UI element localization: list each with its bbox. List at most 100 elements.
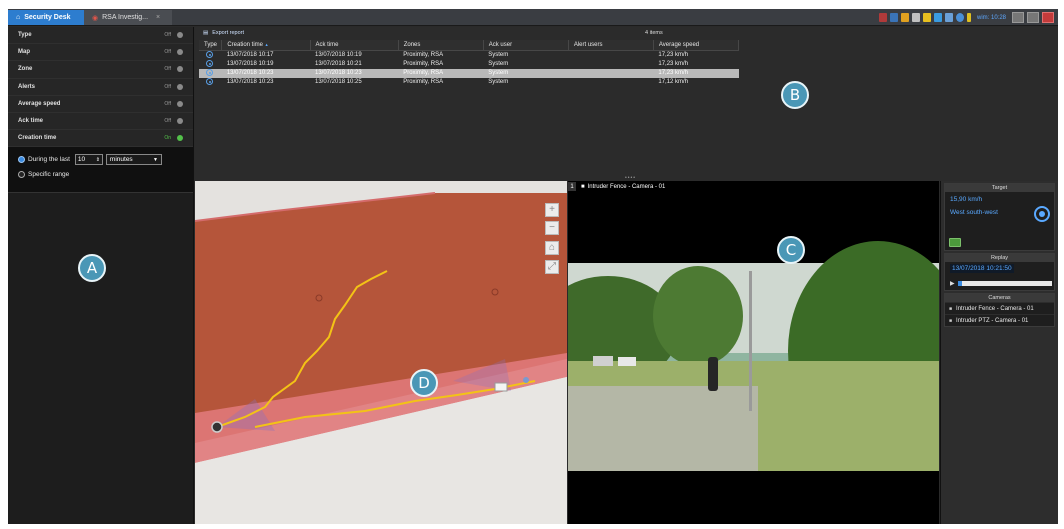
toggle-icon[interactable] [177, 66, 183, 73]
replay-track[interactable] [957, 280, 1052, 286]
filter-row-ack-time[interactable]: Ack time Off [8, 112, 193, 131]
zones-cell: Proximity, RSA [403, 61, 444, 67]
column-header-average-speed[interactable]: Average speed [653, 40, 740, 51]
close-window-button[interactable] [1042, 12, 1054, 23]
tab-security-desk[interactable]: ⌂ Security Desk [8, 10, 84, 25]
during-last-radio[interactable] [18, 156, 25, 164]
table-row[interactable]: 13/07/2018 10:19 13/07/2018 10:21 Proxim… [199, 59, 739, 69]
volume-icon[interactable] [944, 13, 953, 22]
filter-row-average-speed[interactable]: Average speed Off [8, 95, 193, 113]
camera-name: Intruder PTZ - Camera - 01 [956, 317, 1029, 324]
average-speed-cell: 17,23 km/h [658, 61, 689, 67]
filter-state: Off [164, 32, 171, 39]
filter-state: Off [164, 83, 171, 90]
camera-marker-icon[interactable] [211, 421, 223, 433]
duration-unit-select[interactable]: minutes ▼ [105, 154, 162, 166]
column-header-creation-time[interactable]: Creation time ▲ [221, 40, 311, 51]
filter-label: Creation time [18, 135, 57, 142]
during-last-label: During the last [28, 156, 70, 164]
maximize-button[interactable] [1027, 12, 1039, 23]
alert-icon[interactable] [900, 13, 909, 22]
toggle-icon[interactable] [177, 135, 183, 142]
type-cell [199, 77, 222, 87]
table-row-selected[interactable]: 13/07/2018 10:23 13/07/2018 10:23 Proxim… [199, 68, 739, 78]
filter-row-type[interactable]: Type Off [8, 27, 193, 45]
target-dot-icon[interactable] [523, 377, 529, 383]
fence-panel [568, 386, 758, 471]
target-type-icon [206, 59, 213, 67]
crosshair-target-icon[interactable] [1034, 206, 1050, 222]
specific-range-label: Specific range [28, 171, 70, 179]
monitor-icon[interactable] [889, 13, 898, 22]
filter-row-map[interactable]: Map Off [8, 44, 193, 62]
filter-state: Off [164, 100, 171, 107]
car-icon[interactable] [878, 13, 887, 22]
home-view-button[interactable]: ⌂ [545, 241, 559, 255]
ack-user-cell: System [488, 61, 509, 67]
chevron-down-icon: ▼ [152, 156, 158, 163]
table-row[interactable]: 13/07/2018 10:23 13/07/2018 10:25 Proxim… [199, 77, 739, 87]
zoom-in-button[interactable]: + [545, 203, 559, 217]
lock-icon[interactable] [911, 13, 920, 22]
type-cell [199, 50, 222, 60]
toggle-icon[interactable] [177, 49, 183, 56]
filter-state: On [164, 135, 171, 142]
ptz-camera-icon[interactable] [494, 382, 508, 392]
close-tab-icon[interactable]: × [156, 14, 160, 21]
ack-time-cell: 13/07/2018 10:23 [310, 68, 399, 78]
item-count: 4 items [645, 30, 663, 36]
fit-view-button[interactable]: ⤢ [545, 260, 559, 274]
ack-time-cell: 13/07/2018 10:21 [315, 61, 362, 67]
globe-icon[interactable] [955, 13, 964, 22]
toggle-icon[interactable] [177, 83, 183, 90]
target-section: Target 15,90 km/h West south-west [944, 183, 1055, 251]
video-frame [568, 241, 939, 524]
screen-icon[interactable] [933, 13, 942, 22]
column-header-alert-users[interactable]: Alert users [568, 40, 654, 51]
play-icon[interactable]: ▶ [950, 280, 955, 287]
filter-label: Type [18, 32, 32, 39]
column-header-type[interactable]: Type [199, 40, 223, 51]
toggle-icon[interactable] [177, 100, 183, 107]
duration-stepper[interactable]: 10 ⇕ [74, 154, 103, 166]
export-icon[interactable]: ▤ [203, 30, 208, 36]
rsa-icon: ◉ [92, 14, 99, 22]
camera-icon[interactable] [922, 13, 931, 22]
signal-icon[interactable] [966, 13, 971, 22]
tab-label: Security Desk [24, 14, 71, 21]
eye-icon[interactable] [949, 238, 961, 247]
zones-cell: Proximity, RSA [403, 79, 444, 85]
column-header-ack-user[interactable]: Ack user [483, 40, 569, 51]
ack-time-cell: 13/07/2018 10:19 [315, 52, 362, 58]
replay-progress[interactable]: ▶ [950, 280, 1052, 287]
zoom-out-button[interactable]: − [545, 221, 559, 235]
filter-row-zone[interactable]: Zone Off [8, 61, 193, 79]
toggle-icon[interactable] [177, 32, 183, 39]
column-header-ack-time[interactable]: Ack time [310, 40, 399, 51]
filter-state: Off [164, 49, 171, 56]
map-panel[interactable]: + − ⌂ ⤢ [195, 181, 567, 524]
toggle-icon[interactable] [177, 118, 183, 125]
export-report-button[interactable]: Export report [212, 30, 244, 36]
table-row[interactable]: 13/07/2018 10:17 13/07/2018 10:19 Proxim… [199, 50, 739, 60]
duration-unit-value: minutes [109, 156, 133, 164]
tab-rsa-investigation[interactable]: ◉ RSA Investig... × [84, 10, 172, 25]
parked-car [618, 357, 636, 366]
zones-cell: Proximity, RSA [403, 52, 444, 58]
video-tile[interactable]: 1 ■ Intruder Fence - Camera - 01 [568, 181, 939, 524]
camera-list-item[interactable]: ■ Intruder Fence - Camera - 01 [945, 302, 1054, 314]
camera-list-item[interactable]: ■ Intruder PTZ - Camera - 01 [945, 314, 1054, 326]
filter-label: Map [18, 49, 30, 56]
ack-time-cell: 13/07/2018 10:25 [315, 79, 362, 85]
minimize-button[interactable] [1012, 12, 1024, 23]
duration-value: 10 [77, 156, 86, 164]
target-header: Target [945, 184, 1054, 192]
filter-row-alerts[interactable]: Alerts Off [8, 78, 193, 96]
report-panel: ▤ Export report 4 items Type Creation ti… [195, 27, 1058, 181]
column-header-zones[interactable]: Zones [398, 40, 484, 51]
type-cell [199, 68, 222, 78]
filter-row-creation-time[interactable]: Creation time On [8, 130, 193, 148]
stepper-arrows-icon[interactable]: ⇕ [96, 157, 100, 163]
specific-range-radio[interactable] [18, 171, 25, 179]
creation-time-cell: 13/07/2018 10:19 [226, 61, 274, 67]
